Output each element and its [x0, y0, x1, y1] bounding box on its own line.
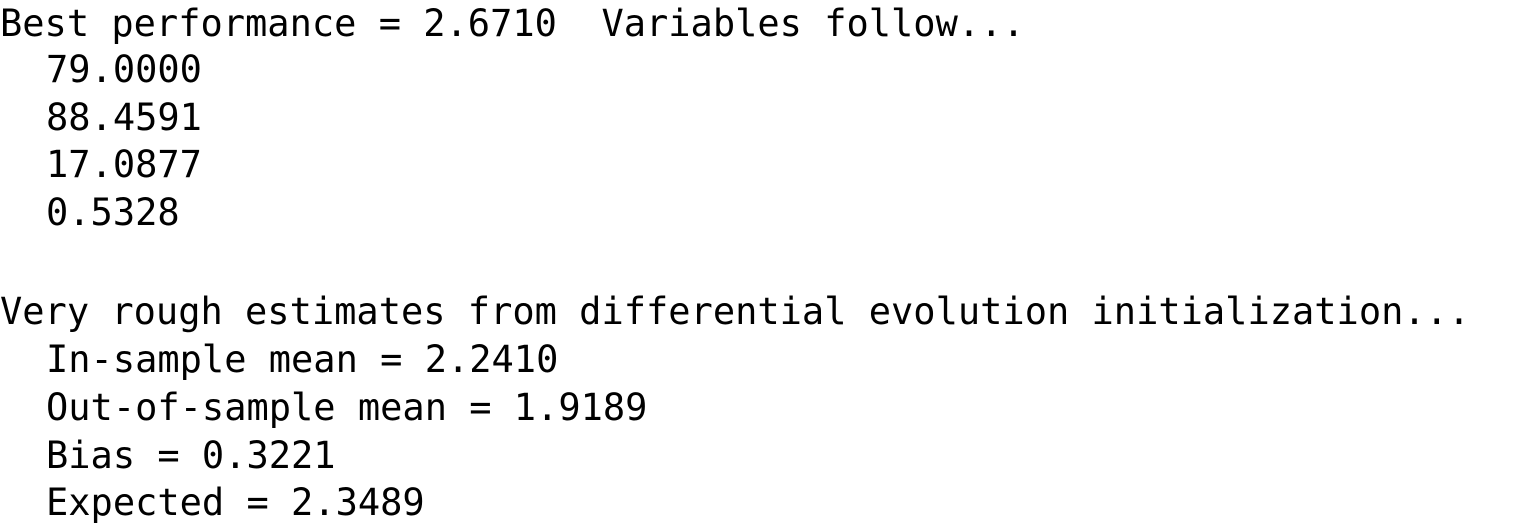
best-performance-heading: Best performance = 2.6710 Variables foll…: [0, 2, 1025, 45]
bias-line: Bias = 0.3221: [46, 434, 336, 477]
variable-value: 17.0877: [46, 143, 202, 186]
console-output: Best performance = 2.6710 Variables foll…: [0, 0, 1525, 527]
estimates-heading: Very rough estimates from differential e…: [0, 290, 1471, 333]
variable-value: 0.5328: [46, 191, 180, 234]
expected-line: Expected = 2.3489: [46, 481, 425, 524]
variable-value: 88.4591: [46, 96, 202, 139]
variable-value: 79.0000: [46, 48, 202, 91]
out-of-sample-mean-line: Out-of-sample mean = 1.9189: [46, 386, 648, 429]
in-sample-mean-line: In-sample mean = 2.2410: [46, 338, 559, 381]
